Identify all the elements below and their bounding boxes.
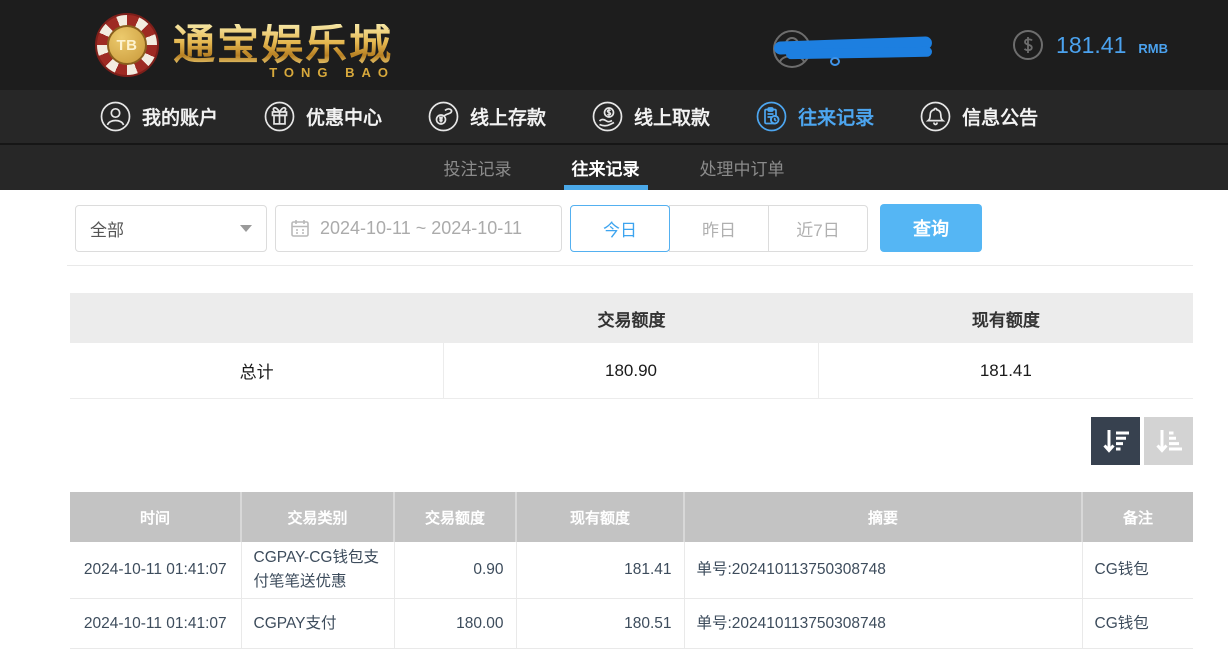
chevron-down-icon — [240, 224, 252, 232]
redacted-username-scribble — [785, 46, 933, 60]
col-balance: 现有额度 — [516, 492, 685, 542]
brand-logo[interactable]: TB 通宝娱乐城 TONG BAO — [95, 13, 403, 81]
nav-label: 我的账户 — [142, 108, 219, 129]
cell-note: CG钱包 — [1082, 598, 1193, 650]
nav-label: 信息公告 — [962, 108, 1039, 129]
summary-header-trade: 交易额度 — [597, 310, 666, 330]
nav-promotions[interactable]: 优惠中心 — [264, 101, 382, 132]
sort-ascending-button[interactable] — [1144, 417, 1193, 465]
type-select-value: 全部 — [90, 220, 124, 240]
gift-icon — [264, 101, 295, 132]
filter-divider — [67, 265, 1193, 266]
date-range-value: 2024-10-11 ~ 2024-10-11 — [320, 217, 522, 238]
user-icon — [100, 101, 131, 132]
filter-bar: 全部 2024-10-11 ~ 2024-10-11 今日 昨日 近7日 查询 — [75, 204, 1193, 252]
nav-label: 优惠中心 — [306, 108, 383, 129]
main-content: 全部 2024-10-11 ~ 2024-10-11 今日 昨日 近7日 查询 … — [0, 190, 1228, 650]
sort-ascending-icon — [1155, 430, 1182, 453]
sort-controls — [70, 417, 1193, 465]
transactions-table: 时间 交易类别 交易额度 现有额度 摘要 备注 2024-10-11 01:41… — [70, 492, 1193, 650]
summary-header-row: 交易额度 现有额度 — [70, 293, 1193, 343]
poker-chip-icon: TB — [95, 13, 159, 77]
cell-summary: 单号:202410113750308748 — [684, 598, 1083, 650]
cell-balance: 181.41 — [516, 542, 685, 600]
sort-descending-button[interactable] — [1091, 417, 1140, 465]
nav-withdraw[interactable]: 线上取款 — [592, 101, 710, 132]
search-button[interactable]: 查询 — [880, 204, 982, 252]
cell-amount: 180.00 — [394, 598, 517, 650]
top-header: TB 通宝娱乐城 TONG BAO 181.41 RMB — [0, 0, 1228, 90]
record-tabs: 投注记录 往来记录 处理中订单 — [0, 143, 1228, 190]
withdraw-icon — [592, 101, 623, 132]
balance-currency: RMB — [1138, 40, 1168, 56]
summary-total-label: 总计 — [70, 343, 445, 398]
cell-category: CGPAY支付 — [241, 598, 395, 650]
cell-amount: 0.90 — [394, 542, 517, 600]
brand-name-cn: 通宝娱乐城 — [173, 20, 394, 69]
quick-7days-button[interactable]: 近7日 — [768, 204, 868, 252]
date-range-input[interactable]: 2024-10-11 ~ 2024-10-11 — [275, 204, 562, 252]
chip-monogram: TB — [107, 25, 147, 65]
table-header-row: 时间 交易类别 交易额度 现有额度 摘要 备注 — [70, 492, 1193, 542]
tab-transaction-records[interactable]: 往来记录 — [563, 145, 648, 190]
col-category: 交易类别 — [241, 492, 395, 542]
summary-total-row: 总计 180.90 181.41 — [70, 343, 1193, 399]
brand-name-en: TONG BAO — [269, 65, 396, 80]
cell-note: CG钱包 — [1082, 542, 1193, 600]
cell-time: 2024-10-11 01:41:07 — [70, 542, 242, 600]
brand-text: 通宝娱乐城 TONG BAO — [173, 20, 403, 81]
col-amount: 交易额度 — [394, 492, 517, 542]
balance-display[interactable]: 181.41 RMB — [1012, 29, 1168, 61]
redacted-username-scribble — [830, 57, 841, 66]
announcement-bell-icon — [920, 101, 951, 132]
nav-label: 线上存款 — [470, 108, 547, 129]
summary-header-blank — [70, 293, 444, 343]
nav-my-account[interactable]: 我的账户 — [100, 101, 218, 132]
table-row: 2024-10-11 01:41:07 CGPAY支付 180.00 180.5… — [70, 598, 1193, 650]
nav-transaction-records[interactable]: 往来记录 — [756, 101, 874, 132]
balance-amount: 181.41 — [1056, 31, 1127, 58]
nav-announcements[interactable]: 信息公告 — [920, 101, 1038, 132]
summary-header-balance: 现有额度 — [971, 310, 1040, 330]
dollar-coin-icon — [1013, 30, 1044, 60]
quick-today-button[interactable]: 今日 — [570, 204, 670, 252]
nav-deposit[interactable]: 线上存款 — [428, 101, 546, 132]
tab-pending-orders[interactable]: 处理中订单 — [696, 145, 789, 190]
summary-trade-total: 180.90 — [444, 343, 819, 398]
quick-yesterday-button[interactable]: 昨日 — [669, 204, 769, 252]
records-icon — [756, 101, 787, 132]
username-area[interactable] — [772, 23, 952, 68]
deposit-icon — [428, 101, 459, 132]
sort-descending-icon — [1102, 430, 1129, 453]
col-note: 备注 — [1082, 492, 1193, 542]
quick-date-group: 今日 昨日 近7日 — [570, 204, 868, 252]
header-account-area: 181.41 RMB — [772, 23, 1168, 68]
calendar-icon — [291, 220, 309, 237]
cell-summary: 单号:202410113750308748 — [684, 542, 1083, 600]
tab-bet-records[interactable]: 投注记录 — [440, 145, 516, 190]
main-nav: 我的账户 优惠中心 线上存款 线上取款 往来记录 信息公告 — [0, 90, 1228, 143]
cell-balance: 180.51 — [516, 598, 685, 650]
col-summary: 摘要 — [684, 492, 1083, 542]
nav-label: 往来记录 — [798, 108, 875, 129]
cell-category: CGPAY-CG钱包支付笔笔送优惠 — [241, 542, 395, 600]
cell-time: 2024-10-11 01:41:07 — [70, 598, 242, 650]
summary-balance-total: 181.41 — [979, 360, 1032, 380]
nav-label: 线上取款 — [634, 108, 711, 129]
summary-table: 交易额度 现有额度 总计 180.90 181.41 — [70, 293, 1193, 399]
table-row: 2024-10-11 01:41:07 CGPAY-CG钱包支付笔笔送优惠 0.… — [70, 542, 1193, 600]
col-time: 时间 — [70, 492, 242, 542]
type-select[interactable]: 全部 — [75, 204, 267, 252]
